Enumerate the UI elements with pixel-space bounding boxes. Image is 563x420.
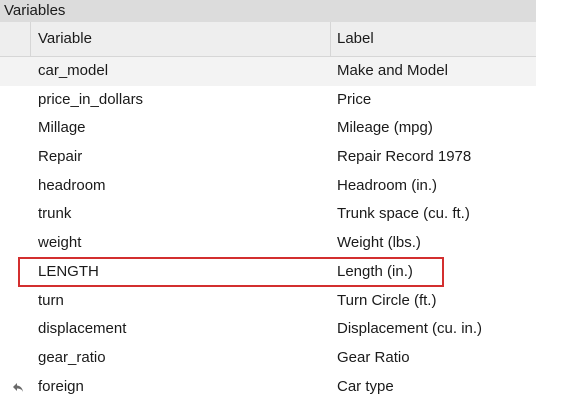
column-header-variable[interactable]: Variable xyxy=(38,22,92,56)
reply-arrow-icon xyxy=(12,373,24,402)
cell-label: Turn Circle (ft.) xyxy=(337,291,437,309)
table-header: Variable Label xyxy=(0,22,536,57)
variables-panel: Variables Variable Label car_model Make … xyxy=(0,0,536,420)
cell-label: Price xyxy=(337,90,372,108)
column-divider[interactable] xyxy=(330,22,331,56)
cell-label: Make and Model xyxy=(337,62,448,79)
cell-variable: gear_ratio xyxy=(38,348,106,366)
cell-label: Headroom (in.) xyxy=(337,176,438,194)
header-gutter xyxy=(0,22,31,56)
cell-variable: LENGTH xyxy=(38,262,99,280)
table-row[interactable]: turn Turn Circle (ft.) xyxy=(0,287,536,316)
table-row[interactable]: Repair Repair Record 1978 xyxy=(0,143,536,172)
table-row[interactable]: weight Weight (lbs.) xyxy=(0,229,536,258)
column-header-label[interactable]: Label xyxy=(337,22,374,56)
cell-variable: price_in_dollars xyxy=(38,90,144,108)
table-row[interactable]: car_model Make and Model xyxy=(0,57,536,86)
cell-label: Trunk space (cu. ft.) xyxy=(337,205,470,223)
cell-variable: car_model xyxy=(38,62,109,79)
table-row[interactable]: LENGTH Length (in.) xyxy=(0,258,536,287)
table-row[interactable]: foreign Car type xyxy=(0,373,536,402)
cell-variable: headroom xyxy=(38,176,106,194)
cell-variable: Millage xyxy=(38,119,86,137)
cell-variable: trunk xyxy=(38,205,72,223)
cell-variable: displacement xyxy=(38,320,127,338)
cell-label: Displacement (cu. in.) xyxy=(337,320,483,338)
cell-variable: Repair xyxy=(38,148,83,166)
panel-title: Variables xyxy=(0,0,536,22)
cell-label: Gear Ratio xyxy=(337,348,410,366)
table-row[interactable]: gear_ratio Gear Ratio xyxy=(0,344,536,373)
table-row[interactable]: price_in_dollars Price xyxy=(0,86,536,115)
table-row[interactable]: Millage Mileage (mpg) xyxy=(0,114,536,143)
table-row[interactable]: headroom Headroom (in.) xyxy=(0,172,536,201)
cell-label: Mileage (mpg) xyxy=(337,119,433,137)
cell-label: Weight (lbs.) xyxy=(337,234,421,252)
table-row[interactable]: displacement Displacement (cu. in.) xyxy=(0,315,536,344)
cell-variable: foreign xyxy=(38,377,84,395)
variables-table-body: car_model Make and Model price_in_dollar… xyxy=(0,57,536,401)
cell-label: Repair Record 1978 xyxy=(337,148,472,166)
cell-label: Length (in.) xyxy=(337,262,413,280)
cell-label: Car type xyxy=(337,377,394,395)
cell-variable: turn xyxy=(38,291,64,309)
table-row[interactable]: trunk Trunk space (cu. ft.) xyxy=(0,200,536,229)
cell-variable: weight xyxy=(38,234,82,252)
